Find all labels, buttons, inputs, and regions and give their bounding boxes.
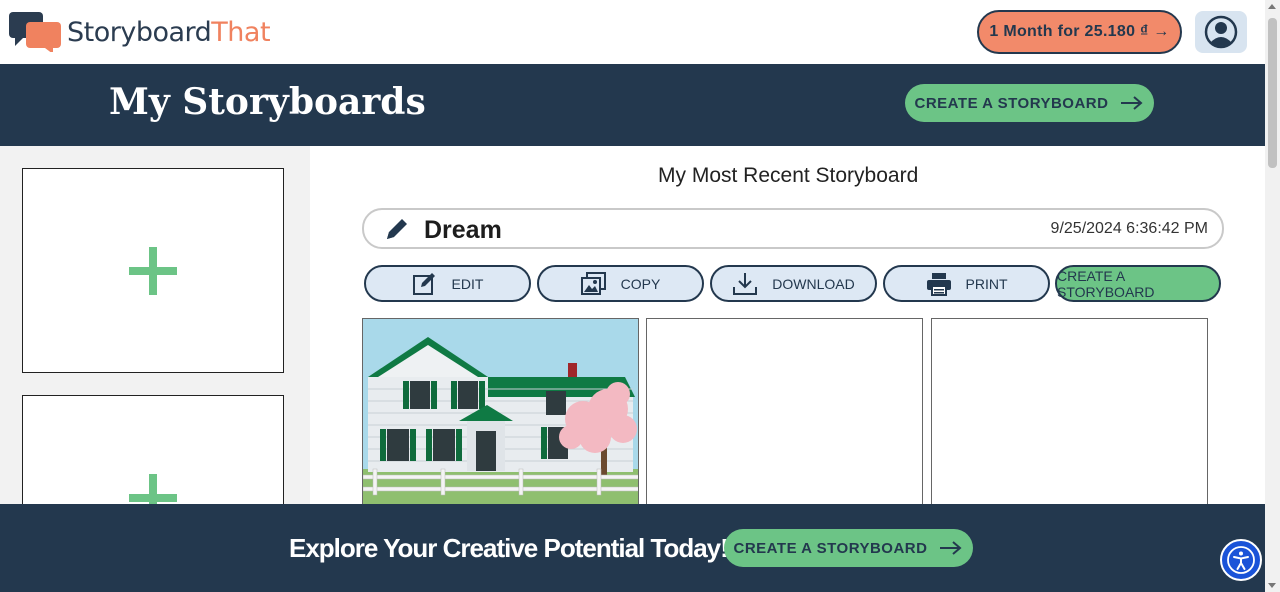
top-bar: StoryboardThat 1 Month for 25.180 ₫ → — [0, 0, 1265, 64]
download-label: DOWNLOAD — [772, 275, 855, 292]
download-icon — [733, 272, 758, 295]
edit-label: EDIT — [451, 275, 484, 292]
accessibility-icon — [1227, 546, 1255, 574]
arrow-right-icon — [1121, 96, 1144, 110]
copy-icon — [580, 271, 606, 295]
banner-create-storyboard-button[interactable]: CREATE A STORYBOARD — [724, 529, 973, 567]
print-icon — [926, 272, 951, 296]
print-button[interactable]: PRINT — [883, 265, 1050, 302]
create-action-label: CREATE A STORYBOARD — [1057, 267, 1155, 300]
logo-icon — [9, 12, 63, 54]
brand-name-part2: That — [211, 16, 271, 48]
edit-icon — [412, 272, 435, 295]
scroll-thumb[interactable] — [1268, 18, 1277, 168]
house-scene-image — [363, 319, 638, 517]
plus-icon — [129, 246, 177, 295]
storyboard-cell-2[interactable] — [646, 318, 923, 518]
new-storyboard-card[interactable] — [22, 168, 284, 373]
scroll-up-arrow[interactable] — [1268, 4, 1276, 9]
storyboard-name: Dream — [424, 216, 502, 244]
copy-button[interactable]: COPY — [537, 265, 704, 302]
accessibility-button[interactable] — [1220, 539, 1262, 581]
storyboard-date: 9/25/2024 6:36:42 PM — [1050, 220, 1208, 237]
storyboard-cell-1[interactable] — [362, 318, 639, 518]
page-title: My Storyboards — [109, 81, 426, 123]
banner-text: Explore Your Creative Potential Today! — [289, 533, 729, 563]
user-icon — [1204, 15, 1238, 49]
banner-create-label: CREATE A STORYBOARD — [733, 539, 928, 557]
scrollbar[interactable] — [1265, 0, 1280, 592]
copy-label: COPY — [620, 275, 661, 292]
bottom-banner: Explore Your Creative Potential Today! C… — [0, 504, 1265, 592]
recent-storyboard-title: My Most Recent Storyboard — [658, 164, 919, 187]
storyboard-cell-3[interactable] — [931, 318, 1208, 518]
logo-text: StoryboardThat — [67, 16, 271, 48]
promo-button[interactable]: 1 Month for 25.180 ₫ → — [977, 10, 1182, 54]
brand-name-part1: Storyboard — [67, 16, 212, 48]
page: StoryboardThat 1 Month for 25.180 ₫ → My… — [0, 0, 1280, 592]
arrow-right-icon — [940, 541, 963, 555]
storyboard-title-bar[interactable]: Dream 9/25/2024 6:36:42 PM — [362, 208, 1224, 249]
account-button[interactable] — [1195, 11, 1247, 53]
scroll-down-arrow[interactable] — [1268, 583, 1276, 588]
download-button[interactable]: DOWNLOAD — [710, 265, 877, 302]
pencil-icon — [387, 219, 407, 239]
logo[interactable]: StoryboardThat — [9, 12, 271, 54]
header-create-label: CREATE A STORYBOARD — [914, 94, 1109, 112]
header-band: My Storyboards CREATE A STORYBOARD — [0, 64, 1265, 146]
header-create-storyboard-button[interactable]: CREATE A STORYBOARD — [905, 84, 1154, 122]
create-storyboard-action-button[interactable]: CREATE A STORYBOARD — [1055, 265, 1221, 302]
edit-button[interactable]: EDIT — [364, 265, 531, 302]
print-label: PRINT — [965, 275, 1008, 292]
